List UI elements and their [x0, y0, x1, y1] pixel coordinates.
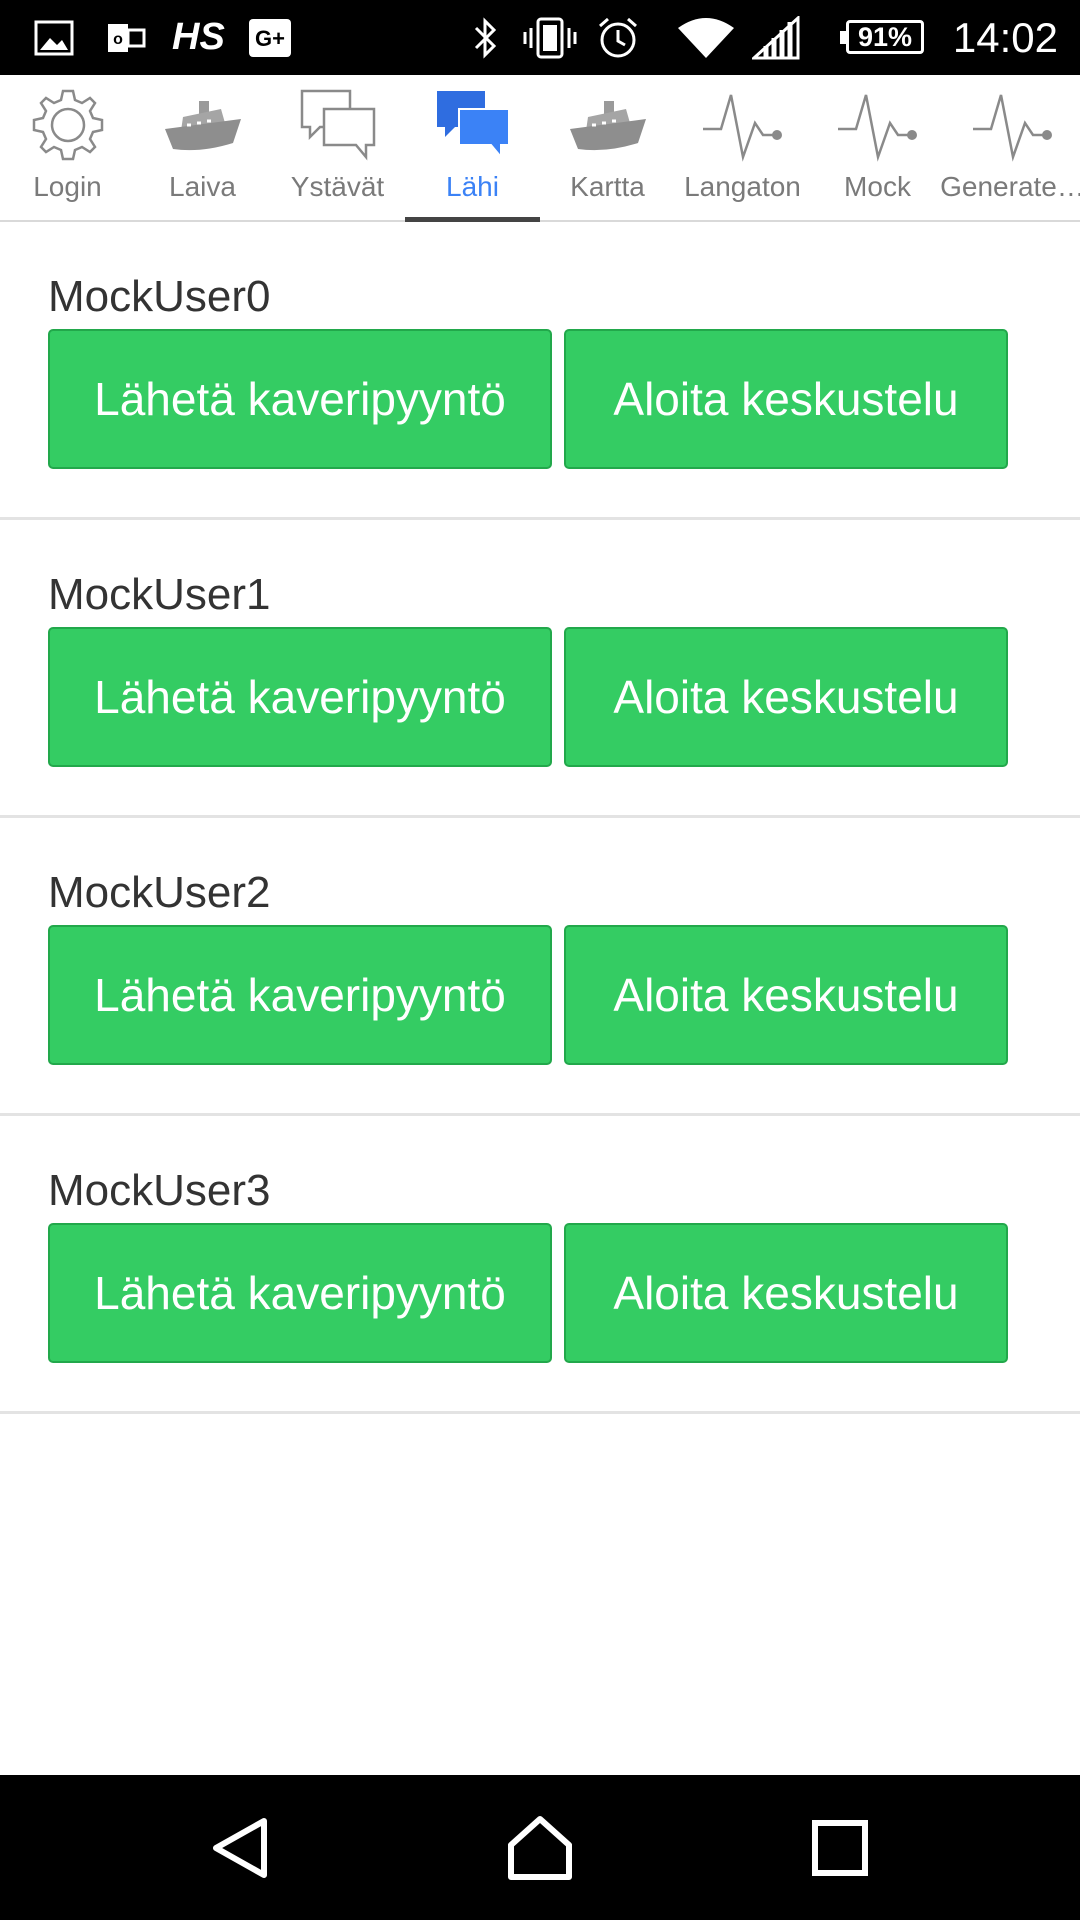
alarm-icon	[596, 0, 640, 75]
send-friend-request-button[interactable]: Lähetä kaveripyyntö	[48, 627, 552, 767]
pulse-icon	[836, 83, 920, 167]
chat-bubbles-icon	[431, 83, 515, 167]
bluetooth-icon	[470, 0, 500, 75]
tab-laiva[interactable]: Laiva	[135, 75, 270, 220]
svg-text:o: o	[113, 31, 123, 48]
tab-label: Kartta	[570, 171, 645, 202]
signal-icon	[752, 0, 800, 75]
tab-label: Login	[33, 171, 102, 202]
pulse-icon	[971, 83, 1055, 167]
send-friend-request-button[interactable]: Lähetä kaveripyyntö	[48, 925, 552, 1065]
navigation-bar	[0, 1775, 1080, 1920]
svg-text:G+: G+	[255, 26, 285, 51]
tab-generate[interactable]: Generate…	[940, 75, 1080, 220]
tab-mock[interactable]: Mock	[810, 75, 945, 220]
tab-bar: Login Laiva Ystävät Lähi Kartta Langaton…	[0, 75, 1080, 222]
pulse-icon	[701, 83, 785, 167]
tab-label: Mock	[844, 171, 911, 202]
battery-icon: 91%	[840, 20, 924, 54]
ship-icon	[161, 83, 245, 167]
hs-icon: HS	[172, 16, 225, 58]
gear-icon	[26, 83, 110, 167]
wifi-icon	[676, 0, 736, 75]
chat-bubbles-icon	[296, 83, 380, 167]
start-chat-button[interactable]: Aloita keskustelu	[564, 627, 1008, 767]
recents-icon[interactable]	[805, 1813, 875, 1883]
home-icon[interactable]	[505, 1813, 575, 1883]
tab-kartta[interactable]: Kartta	[540, 75, 675, 220]
tab-label: Generate…	[940, 171, 1080, 202]
send-friend-request-button[interactable]: Lähetä kaveripyyntö	[48, 1223, 552, 1363]
tab-login[interactable]: Login	[0, 75, 135, 220]
start-chat-button[interactable]: Aloita keskustelu	[564, 925, 1008, 1065]
outlook-icon: o	[106, 0, 146, 75]
image-icon	[34, 0, 74, 75]
tab-label: Lähi	[446, 171, 499, 202]
clock: 14:02	[952, 14, 1058, 61]
start-chat-button[interactable]: Aloita keskustelu	[564, 329, 1008, 469]
back-icon[interactable]	[206, 1813, 276, 1883]
start-chat-button[interactable]: Aloita keskustelu	[564, 1223, 1008, 1363]
user-name: MockUser2	[48, 868, 271, 917]
user-name: MockUser0	[48, 272, 271, 321]
list-item: MockUser0 Lähetä kaveripyyntö Aloita kes…	[0, 222, 1080, 520]
tab-label: Langaton	[684, 171, 801, 202]
tab-langaton[interactable]: Langaton	[675, 75, 810, 220]
nearby-user-list: MockUser0 Lähetä kaveripyyntö Aloita kes…	[0, 222, 1080, 1414]
list-item: MockUser1 Lähetä kaveripyyntö Aloita kes…	[0, 520, 1080, 818]
list-item: MockUser2 Lähetä kaveripyyntö Aloita kes…	[0, 818, 1080, 1116]
tab-ystavat[interactable]: Ystävät	[270, 75, 405, 220]
status-bar: o HS G+ 91% 14:02	[0, 0, 1080, 75]
tab-label: Ystävät	[290, 171, 385, 202]
send-friend-request-button[interactable]: Lähetä kaveripyyntö	[48, 329, 552, 469]
user-name: MockUser1	[48, 570, 271, 619]
tab-lahi[interactable]: Lähi	[405, 75, 540, 222]
list-item: MockUser3 Lähetä kaveripyyntö Aloita kes…	[0, 1116, 1080, 1414]
tab-label: Laiva	[169, 171, 236, 202]
google-plus-icon: G+	[248, 0, 292, 75]
vibrate-icon	[522, 0, 578, 75]
user-name: MockUser3	[48, 1166, 271, 1215]
ship-icon	[566, 83, 650, 167]
